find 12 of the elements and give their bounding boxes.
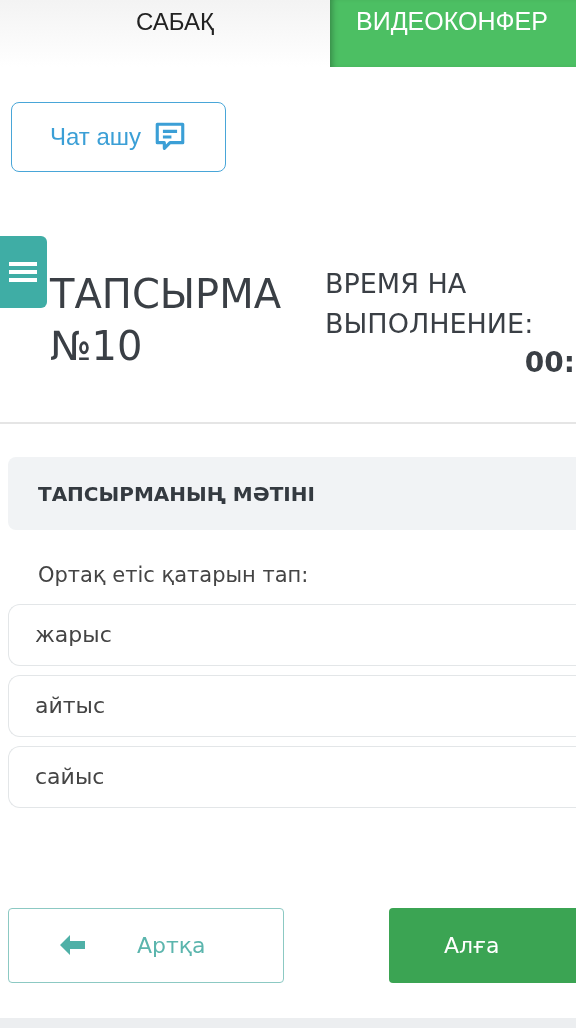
answer-option[interactable]: айтыс [8, 674, 576, 737]
task-title: ТАПСЫРМА №10 [50, 270, 283, 371]
answer-option[interactable]: сайыс [8, 745, 576, 808]
lesson-tab[interactable]: САБАҚ [0, 0, 330, 67]
answer-option[interactable]: жарыс [8, 603, 576, 666]
timer-value: 00: [524, 345, 575, 381]
menu-button[interactable] [0, 236, 47, 308]
arrow-left-icon [59, 934, 87, 956]
question-text: Ортақ етіс қатарын тап: [37, 562, 310, 589]
timer-label: ВРЕМЯ НА ВЫПОЛНЕНИЕ: [325, 267, 535, 341]
menu-icon [8, 259, 39, 285]
section-heading: ТАПСЫРМАНЫҢ МӘТІНІ [38, 480, 315, 508]
